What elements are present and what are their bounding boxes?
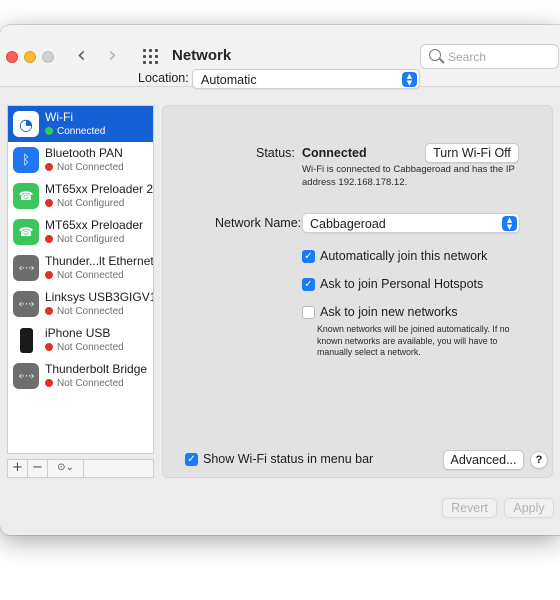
ethernet-icon: ‹⋯› [13, 291, 39, 317]
service-status: Not Connected [45, 306, 124, 317]
auto-join-label: Automatically join this network [320, 249, 488, 263]
help-button[interactable]: ? [530, 451, 548, 469]
service-item-thunderbolt-ethernet[interactable]: ‹⋯› Thunder...lt Ethernet Not Connected [8, 250, 153, 286]
status-dot-red [45, 307, 53, 315]
service-status: Not Connected [45, 342, 124, 353]
show-in-menu-bar-label: Show Wi-Fi status in menu bar [203, 452, 374, 466]
auto-join-checkbox[interactable]: ✓ [302, 250, 315, 263]
service-status: Not Configured [45, 198, 124, 209]
service-list-toolbar: + − ⊙⌄ [7, 459, 154, 478]
wifi-icon: ◔ [13, 111, 39, 137]
ethernet-icon: ‹⋯› [13, 363, 39, 389]
show-in-menu-bar-checkbox[interactable]: ✓ [185, 453, 198, 466]
search-field[interactable]: Search [420, 44, 559, 69]
service-name: iPhone USB [45, 326, 111, 340]
status-dot-red [45, 379, 53, 387]
location-select[interactable]: Automatic ▲ ▼ [192, 69, 420, 89]
service-item-linksys-usb3gigv1[interactable]: ‹⋯› Linksys USB3GIGV1 Not Connected [8, 286, 153, 322]
service-item-thunderbolt-bridge[interactable]: ‹⋯› Thunderbolt Bridge Not Connected [8, 358, 153, 394]
show-all-grid-icon[interactable] [143, 49, 158, 64]
turn-wifi-off-button[interactable]: Turn Wi-Fi Off [425, 143, 519, 163]
status-dot-red [45, 343, 53, 351]
service-item-wifi[interactable]: ◔ Wi-Fi Connected [8, 106, 153, 142]
network-name-label: Network Name: [215, 216, 302, 230]
action-menu-button[interactable]: ⊙⌄ [48, 460, 84, 477]
service-list: ◔ Wi-Fi Connected ᛒ Bluetooth PAN Not Co… [7, 105, 154, 454]
network-name-select[interactable]: Cabbageroad ▲ ▼ [302, 213, 520, 233]
add-service-button[interactable]: + [8, 460, 28, 477]
service-name: Thunder...lt Ethernet [45, 254, 153, 268]
service-item-mt65xx-preloader-2[interactable]: ☎ MT65xx Preloader 2 Not Configured [8, 178, 153, 214]
service-status: Not Connected [45, 378, 124, 389]
iphone-icon [13, 327, 39, 353]
service-name: MT65xx Preloader 2 [45, 182, 153, 196]
service-status: Not Connected [45, 162, 124, 173]
status-label: Status: [256, 146, 295, 160]
ethernet-icon: ‹⋯› [13, 255, 39, 281]
service-name: Bluetooth PAN [45, 146, 123, 160]
service-item-iphone-usb[interactable]: iPhone USB Not Connected [8, 322, 153, 358]
apply-button[interactable]: Apply [504, 498, 554, 518]
service-name: MT65xx Preloader [45, 218, 144, 232]
zoom-window-button[interactable] [42, 51, 54, 63]
status-description: Wi-Fi is connected to Cabbageroad and ha… [302, 164, 515, 188]
status-dot-red [45, 235, 53, 243]
known-networks-note: Known networks will be joined automatica… [317, 324, 510, 357]
search-placeholder: Search [448, 50, 487, 64]
status-dot-red [45, 271, 53, 279]
service-status: Connected [45, 126, 105, 137]
ask-hotspots-label: Ask to join Personal Hotspots [320, 277, 484, 291]
search-icon [429, 49, 441, 61]
status-value: Connected [302, 146, 367, 160]
ask-new-networks-label: Ask to join new networks [320, 305, 458, 319]
service-name: Linksys USB3GIGV1 [45, 290, 153, 304]
location-value: Automatic [201, 73, 257, 87]
status-dot-green [45, 127, 53, 135]
bluetooth-icon: ᛒ [13, 147, 39, 173]
chevron-updown-icon: ▲ ▼ [402, 72, 417, 87]
service-name: Wi-Fi [45, 110, 73, 124]
forward-button[interactable]: › [108, 43, 117, 69]
back-button[interactable]: ‹ [77, 43, 86, 69]
service-item-bluetooth-pan[interactable]: ᛒ Bluetooth PAN Not Connected [8, 142, 153, 178]
service-status: Not Connected [45, 270, 124, 281]
service-name: Thunderbolt Bridge [45, 362, 148, 376]
service-item-mt65xx-preloader[interactable]: ☎ MT65xx Preloader Not Configured [8, 214, 153, 250]
window-title: Network [172, 47, 232, 64]
revert-button[interactable]: Revert [442, 498, 497, 518]
network-name-value: Cabbageroad [310, 217, 386, 231]
close-window-button[interactable] [6, 51, 18, 63]
phone-connection-icon: ☎ [13, 183, 39, 209]
service-status: Not Configured [45, 234, 124, 245]
status-dot-red [45, 163, 53, 171]
status-dot-red [45, 199, 53, 207]
remove-service-button[interactable]: − [28, 460, 48, 477]
phone-connection-icon: ☎ [13, 219, 39, 245]
ask-hotspots-checkbox[interactable]: ✓ [302, 278, 315, 291]
advanced-button[interactable]: Advanced... [443, 450, 524, 470]
location-label: Location: [138, 71, 189, 85]
minimize-window-button[interactable] [24, 51, 36, 63]
chevron-updown-icon: ▲ ▼ [502, 216, 517, 231]
ask-new-networks-checkbox[interactable] [302, 306, 315, 319]
